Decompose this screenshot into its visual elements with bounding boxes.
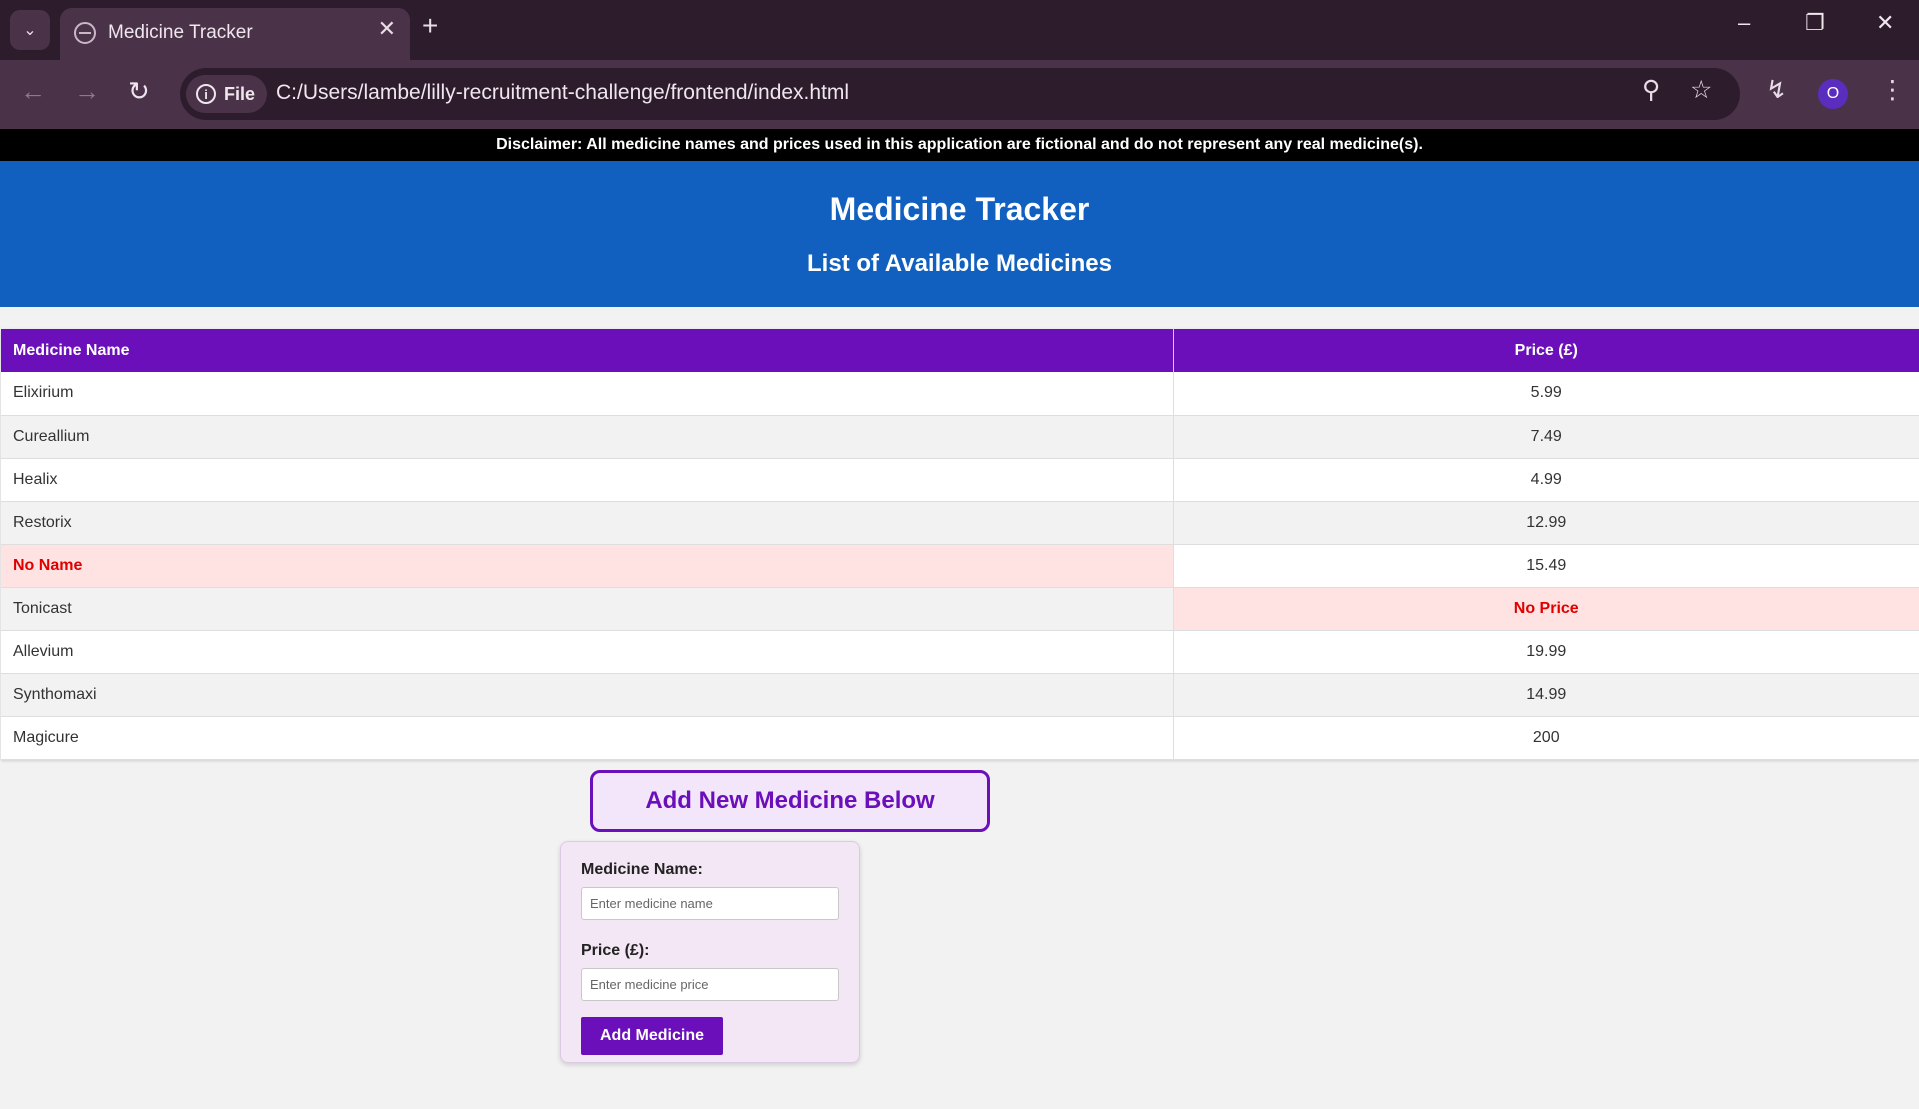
table-row: Synthomaxi 14.99 xyxy=(1,673,1919,717)
close-icon[interactable]: ✕ xyxy=(378,18,396,40)
medicine-name-cell: Restorix xyxy=(1,501,1174,545)
window-close-icon[interactable]: ✕ xyxy=(1876,12,1894,34)
medicine-name-cell: Tonicast xyxy=(1,587,1174,631)
site-info-chip[interactable]: i File xyxy=(186,75,268,113)
medicine-price-cell: 7.49 xyxy=(1173,415,1919,459)
tab-search-button[interactable]: ⌄ xyxy=(10,10,50,50)
info-icon: i xyxy=(196,84,216,104)
url-text[interactable]: C:/Users/lambe/lilly-recruitment-challen… xyxy=(276,81,849,105)
disclaimer-banner: Disclaimer: All medicine names and price… xyxy=(0,129,1919,161)
browser-tab-bar: ⌄ Medicine Tracker ✕ + – ❐ ✕ xyxy=(0,0,1919,60)
add-medicine-heading: Add New Medicine Below xyxy=(590,770,990,832)
tab-title: Medicine Tracker xyxy=(108,22,253,43)
table-header-row: Medicine Name Price (£) xyxy=(1,329,1919,372)
zoom-icon[interactable]: ⚲ xyxy=(1642,78,1660,103)
table-row: Restorix 12.99 xyxy=(1,501,1919,545)
medicine-name-cell: Elixirium xyxy=(1,372,1174,416)
extension-icon[interactable]: ↯ xyxy=(1766,78,1787,103)
medicine-name-cell: Allevium xyxy=(1,630,1174,674)
active-tab[interactable]: Medicine Tracker ✕ xyxy=(60,8,410,60)
globe-icon xyxy=(74,22,96,44)
medicine-price-cell: 15.49 xyxy=(1173,544,1919,588)
back-arrow-icon[interactable]: ← xyxy=(20,78,46,104)
reload-icon[interactable]: ↻ xyxy=(128,78,150,104)
medicine-name-error-cell: No Name xyxy=(1,544,1174,588)
restore-icon[interactable]: ❐ xyxy=(1805,12,1825,34)
table-row: Elixirium 5.99 xyxy=(1,372,1919,416)
browser-toolbar: ← → ↻ i File C:/Users/lambe/lilly-recrui… xyxy=(0,60,1919,129)
medicine-price-cell: 14.99 xyxy=(1173,673,1919,717)
page-header: Medicine Tracker List of Available Medic… xyxy=(0,161,1919,307)
medicine-price-error-cell: No Price xyxy=(1173,587,1919,631)
table-row: Magicure 200 xyxy=(1,716,1919,760)
more-menu-icon[interactable]: ⋮ xyxy=(1880,78,1905,103)
new-tab-button[interactable]: + xyxy=(422,12,438,40)
table-row: Tonicast No Price xyxy=(1,587,1919,631)
medicine-price-cell: 19.99 xyxy=(1173,630,1919,674)
bookmark-star-icon[interactable]: ☆ xyxy=(1690,78,1712,103)
medicine-name-cell: Healix xyxy=(1,458,1174,502)
table-row: Allevium 19.99 xyxy=(1,630,1919,674)
table-row: No Name 15.49 xyxy=(1,544,1919,588)
page-content: Disclaimer: All medicine names and price… xyxy=(0,129,1919,1109)
page-subtitle: List of Available Medicines xyxy=(807,250,1112,277)
medicine-price-cell: 5.99 xyxy=(1173,372,1919,416)
add-medicine-form: Medicine Name: Price (£): Add Medicine xyxy=(560,841,860,1063)
medicine-price-cell: 12.99 xyxy=(1173,501,1919,545)
profile-avatar[interactable]: O xyxy=(1818,79,1848,109)
column-header-price: Price (£) xyxy=(1173,329,1919,372)
medicine-price-cell: 200 xyxy=(1173,716,1919,760)
table-row: Cureallium 7.49 xyxy=(1,415,1919,459)
forward-arrow-icon[interactable]: → xyxy=(74,78,100,104)
file-label: File xyxy=(224,83,256,104)
table-row: Healix 4.99 xyxy=(1,458,1919,502)
add-medicine-button[interactable]: Add Medicine xyxy=(581,1017,724,1055)
medicine-name-cell: Cureallium xyxy=(1,415,1174,459)
medicine-name-input[interactable] xyxy=(581,887,839,920)
medicine-table: Medicine Name Price (£) Elixirium 5.99 C… xyxy=(1,329,1919,760)
minimize-icon[interactable]: – xyxy=(1738,12,1750,34)
column-header-name: Medicine Name xyxy=(1,329,1174,372)
medicine-price-cell: 4.99 xyxy=(1173,458,1919,502)
chevron-down-icon: ⌄ xyxy=(23,22,37,39)
medicine-name-cell: Magicure xyxy=(1,716,1174,760)
medicine-price-input[interactable] xyxy=(581,968,839,1001)
page-title: Medicine Tracker xyxy=(829,191,1090,227)
medicine-price-label: Price (£): xyxy=(581,942,650,959)
address-bar[interactable]: i File C:/Users/lambe/lilly-recruitment-… xyxy=(180,68,1740,120)
medicine-name-label: Medicine Name: xyxy=(581,861,703,878)
medicine-name-cell: Synthomaxi xyxy=(1,673,1174,717)
